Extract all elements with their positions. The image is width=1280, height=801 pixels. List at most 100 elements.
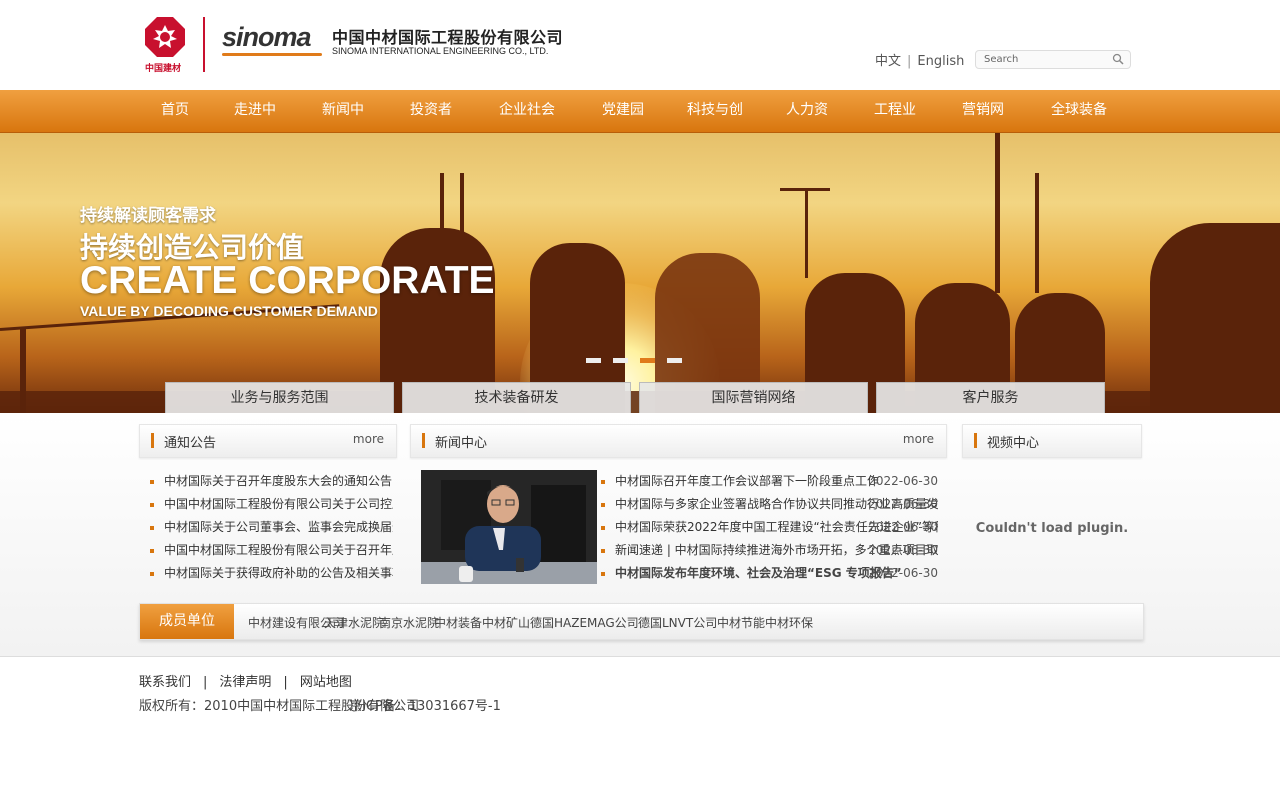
nav-item-innovation[interactable]: 科技与创新 (686, 90, 744, 158)
member-units-label: 成员单位 (140, 604, 234, 639)
hero-banner[interactable]: 持续解读顾客需求 持续创造公司价值 CREATE CORPORATE VALUE… (0, 133, 1280, 413)
news-date: 2022-06-30 (868, 497, 938, 511)
cnbm-emblem-icon[interactable] (145, 17, 185, 57)
nav-item-party[interactable]: 党建园地 (598, 90, 648, 158)
list-item[interactable]: 中国中材国际工程股份有限公司关于召开年度业绩说明会的公告内容摘要 (150, 539, 393, 562)
news-date: 2022-06-30 (868, 566, 938, 580)
banner-slogan-4: VALUE BY DECODING CUSTOMER DEMAND (80, 303, 378, 319)
bullet-icon (601, 549, 605, 553)
news-headline[interactable]: 中材国际召开年度工作会议部署下一阶段重点工作 (615, 474, 879, 488)
member-units-bar: 成员单位 中材建设有限公司 天津水泥院 南京水泥院 中材装备 中材矿山 德国HA… (139, 603, 1144, 640)
sinoma-logo[interactable]: sinoma (222, 22, 312, 53)
list-item[interactable]: 中材国际关于获得政府补助的公告及相关事项进展情况说明 等相关信息披露文件 (150, 562, 393, 585)
member-link[interactable]: 德国HAZEMAG公司 (530, 614, 639, 631)
nav-item-hr[interactable]: 人力资源 (782, 90, 832, 158)
video-plugin-placeholder: Couldn't load plugin. (975, 521, 1129, 536)
announcements-list: 中材国际关于召开年度股东大会的通知公告 中国中材国际工程股份有限公司关于公司控股… (150, 470, 393, 585)
member-link[interactable]: 天津水泥院 (324, 614, 384, 631)
slide-dot-2[interactable] (613, 358, 628, 363)
quick-link-marketing[interactable]: 国际营销网络 (639, 382, 868, 413)
member-link[interactable]: 中材装备 (434, 614, 482, 631)
member-link[interactable]: 中材环保 (765, 614, 813, 631)
table-row[interactable]: 中材国际荣获2022年度中国工程建设“社会责任先进企业”等称号 2022-06-3… (601, 516, 938, 539)
nav-item-equipment-service[interactable]: 全球装备服务 (1046, 90, 1112, 158)
section-marker (974, 433, 977, 448)
sinoma-logo-swoosh (222, 53, 322, 56)
slide-dot-3[interactable] (640, 358, 655, 363)
news-list: 中材国际召开年度工作会议部署下一阶段重点工作 2022-06-30 中材国际与多家… (601, 470, 938, 585)
scaffold-silhouette (460, 173, 464, 233)
nav-item-projects[interactable]: 工程业绩 (870, 90, 920, 158)
search-input[interactable] (984, 52, 1104, 66)
nav-item-network[interactable]: 营销网络 (958, 90, 1008, 158)
section-marker (151, 433, 154, 448)
member-link[interactable]: 中材节能 (717, 614, 765, 631)
list-item[interactable]: 中国中材国际工程股份有限公司关于公司控股股东增持公司股份的公告 (150, 493, 393, 516)
news-headline[interactable]: 中材国际发布年度环境、社会及治理“ESG 专项报告” (615, 566, 902, 580)
search-box (975, 50, 1131, 69)
nav-item-csr[interactable]: 企业社会责任 (494, 90, 560, 158)
announcement-text[interactable]: 中国中材国际工程股份有限公司关于召开年度业绩说明会的公告内容摘要 (164, 543, 393, 557)
bullet-icon (150, 549, 154, 553)
nav-item-news[interactable]: 新闻中心 (318, 90, 368, 158)
bullet-icon (150, 572, 154, 576)
search-icon[interactable] (1112, 53, 1124, 65)
nav-item-home[interactable]: 首页 (155, 90, 195, 132)
news-more-link[interactable]: more (903, 432, 934, 446)
table-row[interactable]: 新闻速递 | 中材国际持续推进海外市场开拓，多个重点项目取得阶段性进展2022-… (601, 539, 938, 562)
language-switcher: 中文 | English (875, 50, 964, 69)
lang-chinese-link[interactable]: 中文 (875, 54, 901, 69)
bullet-icon (601, 503, 605, 507)
silo-silhouette (1150, 223, 1280, 413)
news-date: 2022-06-30 (868, 543, 938, 557)
bullet-icon (601, 572, 605, 576)
footer-separator: | (283, 675, 288, 690)
news-date: 2022-06-30 (868, 474, 938, 488)
bullet-icon (150, 503, 154, 507)
announcement-text[interactable]: 中材国际关于公司董事会、监事会完成换届选举及聘任高级管理人员的公告 等 (164, 520, 393, 534)
slide-dot-1[interactable] (586, 358, 601, 363)
nav-item-about[interactable]: 走进中材 (230, 90, 280, 158)
announcement-text[interactable]: 中材国际关于获得政府补助的公告及相关事项进展情况说明 等相关信息披露文件 (164, 566, 393, 580)
logo-group-name: 中国建材 (145, 64, 182, 74)
company-name-cn: 中国中材国际工程股份有限公司 (332, 28, 564, 47)
announcement-text[interactable]: 中国中材国际工程股份有限公司关于公司控股股东增持公司股份的公告 (164, 497, 393, 511)
bullet-icon (601, 480, 605, 484)
quick-link-business[interactable]: 业务与服务范围 (165, 382, 394, 413)
scaffold-silhouette (805, 188, 808, 278)
member-link[interactable]: 南京水泥院 (379, 614, 439, 631)
video-title: 视频中心 (987, 436, 1040, 451)
announcements-title: 通知公告 (164, 436, 217, 451)
announcements-header: 通知公告 more (139, 424, 397, 458)
footer-links: 联系我们 | 法律声明 | 网站地图 (139, 671, 352, 690)
slide-dot-4[interactable] (667, 358, 682, 363)
member-link[interactable]: 中材矿山 (482, 614, 530, 631)
site-header: 中国建材 sinoma 中国中材国际工程股份有限公司 SINOMA INTERN… (0, 0, 1280, 90)
banner-slogan-1: 持续解读顾客需求 (80, 206, 216, 226)
footer-link-contact[interactable]: 联系我们 (139, 675, 191, 690)
quick-link-rnd[interactable]: 技术装备研发 (402, 382, 631, 413)
list-item[interactable]: 中材国际关于公司董事会、监事会完成换届选举及聘任高级管理人员的公告 等 (150, 516, 393, 539)
quick-link-customer-service[interactable]: 客户服务 (876, 382, 1105, 413)
footer-link-sitemap[interactable]: 网站地图 (300, 675, 352, 690)
section-marker (422, 433, 425, 448)
table-row[interactable]: 中材国际召开年度工作会议部署下一阶段重点工作 2022-06-30 (601, 470, 938, 493)
news-photo-image (421, 470, 597, 584)
table-row[interactable]: 中材国际与多家企业签署战略合作协议共同推动行业高质量发展 2022-06-30 (601, 493, 938, 516)
lang-english-link[interactable]: English (917, 54, 964, 69)
announcement-text[interactable]: 中材国际关于召开年度股东大会的通知公告 (164, 474, 392, 488)
bullet-icon (150, 480, 154, 484)
footer-separator: | (203, 675, 208, 690)
table-row[interactable]: 中材国际发布年度环境、社会及治理“ESG 专项报告” 2022-06-30 (601, 562, 938, 585)
footer-link-legal[interactable]: 法律声明 (219, 675, 271, 690)
video-header: 视频中心 (962, 424, 1142, 458)
news-photo[interactable] (421, 470, 597, 584)
list-item[interactable]: 中材国际关于召开年度股东大会的通知公告 (150, 470, 393, 493)
bullet-icon (150, 526, 154, 530)
member-link[interactable]: 德国LNVT公司 (638, 614, 717, 631)
icp-license-link[interactable]: 京ICP备：13031667号-1 (349, 695, 501, 714)
crane-silhouette (1035, 173, 1039, 293)
nav-item-investors[interactable]: 投资者关 (406, 90, 456, 158)
announcements-more-link[interactable]: more (353, 432, 384, 446)
news-header: 新闻中心 more (410, 424, 947, 458)
